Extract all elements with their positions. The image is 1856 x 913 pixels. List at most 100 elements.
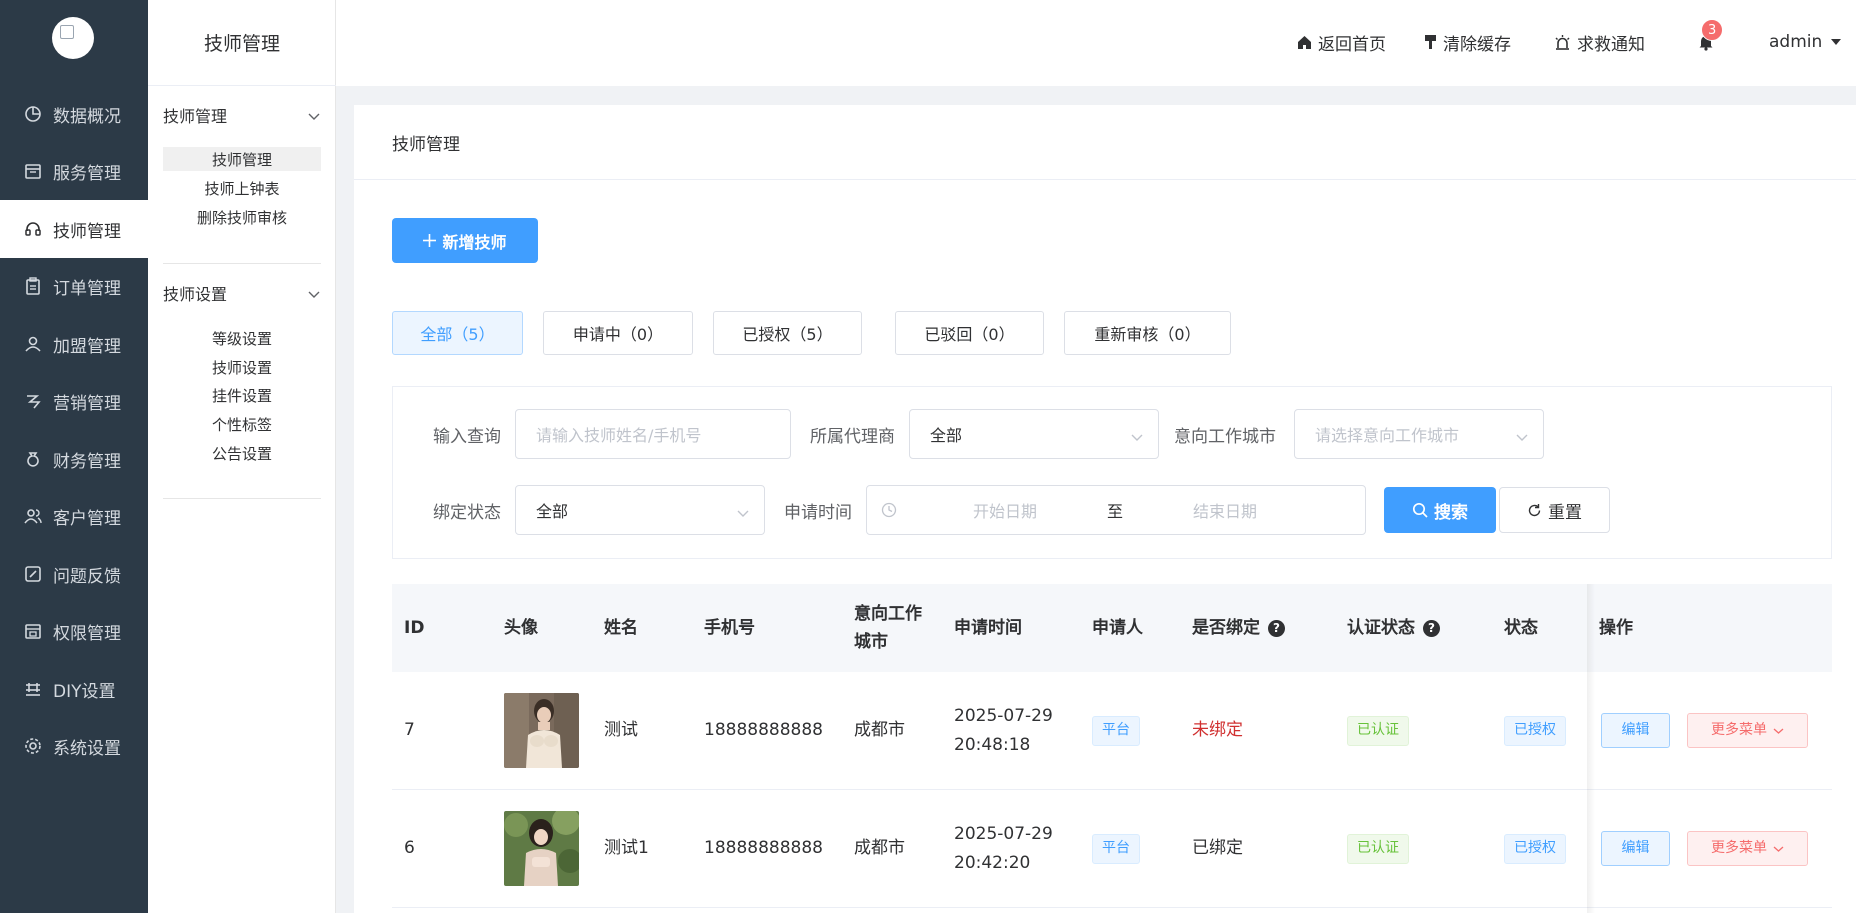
user-group-icon — [23, 334, 43, 354]
city-select[interactable]: 请选择意向工作城市 — [1294, 409, 1544, 459]
apply-date: 2025-07-29 — [954, 823, 1053, 844]
submenu-item-notice-settings[interactable]: 公告设置 — [163, 441, 321, 465]
caret-down-icon — [1830, 38, 1842, 46]
tab-re-review[interactable]: 重新审核（0） — [1064, 311, 1231, 355]
column-header-name: 姓名 — [604, 618, 638, 638]
user-menu[interactable]: admin — [1769, 30, 1842, 54]
cell-apply-time: 2025-07-29 20:42:20 — [954, 790, 1053, 907]
technician-avatar[interactable] — [504, 693, 579, 768]
column-header-phone: 手机号 — [704, 618, 755, 638]
cell-avatar — [504, 790, 579, 907]
tab-rejected[interactable]: 已驳回（0） — [895, 311, 1044, 355]
chevron-down-icon — [1130, 427, 1144, 446]
start-date-placeholder: 开始日期 — [972, 502, 1037, 521]
column-header-avatar: 头像 — [504, 618, 538, 638]
sidebar-item-permissions[interactable]: 权限管理 — [0, 602, 148, 660]
sidebar-item-data-overview[interactable]: 数据概况 — [0, 85, 148, 143]
more-menu-button[interactable]: 更多菜单 — [1687, 831, 1808, 866]
tab-authorized[interactable]: 已授权（5） — [713, 311, 862, 355]
more-menu-button[interactable]: 更多菜单 — [1687, 713, 1808, 748]
apply-clock-time: 20:42:20 — [954, 852, 1031, 873]
cert-status-tag: 已认证 — [1347, 833, 1409, 864]
feedback-icon — [23, 564, 43, 584]
sidebar-item-service[interactable]: 服务管理 — [0, 142, 148, 200]
home-link-label: 返回首页 — [1318, 34, 1386, 55]
sidebar-item-marketing[interactable]: 营销管理 — [0, 372, 148, 430]
edit-button[interactable]: 编辑 — [1601, 831, 1670, 866]
query-label: 输入查询 — [433, 426, 501, 447]
reset-button[interactable]: 重置 — [1499, 487, 1610, 533]
submenu-item-delete-review[interactable]: 删除技师审核 — [163, 205, 321, 229]
submenu-item-technician-schedule[interactable]: 技师上钟表 — [163, 176, 321, 200]
tab-all[interactable]: 全部（5） — [392, 311, 523, 355]
end-date-placeholder: 结束日期 — [1192, 502, 1257, 521]
clipboard-icon — [23, 276, 43, 296]
city-placeholder: 请选择意向工作城市 — [1315, 426, 1460, 445]
rescue-notice-link[interactable]: 求救通知 — [1554, 30, 1645, 55]
cell-cert: 已认证 — [1347, 790, 1409, 907]
technician-avatar[interactable] — [504, 811, 579, 886]
sidebar-item-finance[interactable]: 财务管理 — [0, 430, 148, 488]
help-icon[interactable]: ? — [1423, 619, 1440, 637]
brush-icon — [1424, 34, 1437, 50]
submenu-group-technician-settings[interactable]: 技师设置 — [163, 278, 321, 308]
top-header: 返回首页 清除缓存 求救通知 3 admin — [336, 0, 1856, 86]
chevron-down-icon — [307, 106, 321, 125]
clear-cache-link[interactable]: 清除缓存 — [1424, 30, 1511, 55]
home-link[interactable]: 返回首页 — [1297, 30, 1386, 55]
sidebar-item-label: 客户管理 — [53, 508, 121, 529]
submenu-item-pendant-settings[interactable]: 挂件设置 — [163, 383, 321, 407]
add-technician-button[interactable]: 新增技师 — [392, 218, 538, 263]
edit-button[interactable]: 编辑 — [1601, 713, 1670, 748]
secondary-sidebar-title: 技师管理 — [148, 0, 336, 86]
column-header-id: ID — [404, 618, 425, 638]
cell-id: 6 — [404, 838, 415, 858]
column-header-city: 意向工作城市 — [854, 604, 922, 652]
sidebar-item-label: DIY设置 — [53, 681, 116, 702]
date-range-separator: 至 — [1106, 502, 1123, 521]
broken-image-icon — [60, 25, 74, 39]
agent-select[interactable]: 全部 — [909, 409, 1159, 459]
applicant-tag: 平台 — [1092, 833, 1140, 864]
clear-cache-label: 清除缓存 — [1443, 34, 1511, 55]
sidebar-item-customers[interactable]: 客户管理 — [0, 487, 148, 545]
tab-applying[interactable]: 申请中（0） — [543, 311, 693, 355]
agent-selected-value: 全部 — [930, 426, 963, 445]
technician-table: ID 头像 姓名 手机号 意向工作城市 申请时间 申请人 是否绑定 ? 认证状态… — [392, 584, 1832, 913]
logo[interactable] — [52, 17, 94, 59]
cell-status: 已授权 — [1504, 672, 1566, 789]
chevron-down-icon — [1515, 427, 1529, 446]
cell-ops: 编辑 更多菜单 — [1601, 672, 1808, 789]
query-placeholder: 请输入技师姓名/手机号 — [536, 426, 702, 445]
submenu-item-technician-management[interactable]: 技师管理 — [163, 147, 321, 171]
date-range-picker[interactable]: 开始日期 至 结束日期 — [866, 485, 1366, 535]
sidebar-item-technician[interactable]: 技师管理 — [0, 200, 148, 258]
cell-apply-time: 2025-07-29 20:48:18 — [954, 672, 1053, 789]
agent-label: 所属代理商 — [810, 426, 895, 447]
query-input[interactable]: 请输入技师姓名/手机号 — [515, 409, 791, 459]
sidebar-item-feedback[interactable]: 问题反馈 — [0, 545, 148, 603]
chevron-down-icon — [736, 503, 750, 522]
cert-status-tag: 已认证 — [1347, 715, 1409, 746]
chevron-down-icon — [1773, 727, 1784, 735]
plus-icon — [423, 234, 437, 247]
user-name: admin — [1769, 32, 1823, 52]
marketing-icon — [23, 391, 43, 411]
help-icon[interactable]: ? — [1268, 619, 1285, 637]
sidebar-item-franchise[interactable]: 加盟管理 — [0, 315, 148, 373]
main-content-card: 技师管理 新增技师 全部（5） 申请中（0） 已授权（5） 已驳回（0） 重新审… — [354, 105, 1856, 913]
submenu-group-technician[interactable]: 技师管理 — [163, 100, 321, 130]
bind-status-select[interactable]: 全部 — [515, 485, 765, 535]
sidebar-item-diy[interactable]: DIY设置 — [0, 660, 148, 718]
search-button[interactable]: 搜索 — [1384, 487, 1496, 533]
sidebar-item-orders[interactable]: 订单管理 — [0, 257, 148, 315]
submenu-item-technician-settings[interactable]: 技师设置 — [163, 355, 321, 379]
column-header-cert-label: 认证状态 — [1347, 618, 1415, 638]
sidebar-item-system-settings[interactable]: 系统设置 — [0, 717, 148, 775]
submenu-item-level-settings[interactable]: 等级设置 — [163, 326, 321, 350]
submenu-item-personal-tags[interactable]: 个性标签 — [163, 412, 321, 436]
city-label: 意向工作城市 — [1174, 426, 1276, 447]
search-button-label: 搜索 — [1434, 502, 1468, 523]
sidebar-item-label: 系统设置 — [53, 738, 121, 759]
sidebar-item-label: 权限管理 — [53, 623, 121, 644]
